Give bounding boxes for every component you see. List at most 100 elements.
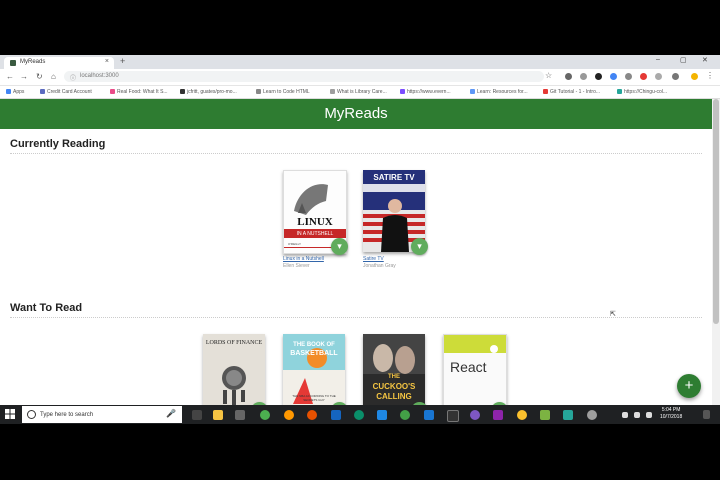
- app-icon[interactable]: [331, 410, 341, 420]
- add-book-button[interactable]: +: [677, 374, 701, 398]
- favicon-icon: [10, 60, 16, 66]
- app-icon[interactable]: [563, 410, 573, 420]
- cover-subtitle-2: CALLING: [376, 392, 412, 401]
- bookmark-item[interactable]: What is Library Care...: [330, 89, 387, 95]
- bookmark-label: jcfritt, guates/pro-mo...: [187, 89, 237, 95]
- bookmark-label: Git Tutorial - 1 - Intro...: [550, 89, 601, 95]
- extension-icon[interactable]: [565, 73, 572, 80]
- extension-icon[interactable]: [625, 73, 632, 80]
- bookmark-star-icon[interactable]: ☆: [545, 71, 552, 80]
- shelf-changer-button[interactable]: ▾: [411, 238, 428, 255]
- extension-icon[interactable]: [655, 73, 662, 80]
- search-placeholder: Type here to search: [40, 412, 94, 418]
- extension-icon[interactable]: [640, 73, 647, 80]
- tray-icon[interactable]: [622, 412, 628, 418]
- book-title: Satire TV: [363, 256, 384, 262]
- chrome-icon[interactable]: [260, 410, 270, 420]
- bookmark-favicon-icon: [470, 89, 475, 94]
- new-tab-button[interactable]: +: [120, 56, 125, 66]
- app-icon[interactable]: [517, 410, 527, 420]
- back-button[interactable]: ←: [6, 72, 14, 81]
- microphone-icon[interactable]: 🎤: [166, 409, 176, 418]
- cover-title: LINUX: [297, 216, 333, 228]
- bookmark-favicon-icon: [6, 89, 11, 94]
- network-icon[interactable]: [634, 412, 640, 418]
- home-button[interactable]: ⌂: [51, 72, 56, 81]
- extension-icon[interactable]: [580, 73, 587, 80]
- file-explorer-icon[interactable]: [213, 410, 223, 420]
- extension-icon[interactable]: [672, 73, 679, 80]
- scrollbar[interactable]: [712, 99, 720, 424]
- taskbar-search[interactable]: Type here to search 🎤: [22, 406, 182, 423]
- cortana-icon: [27, 410, 36, 419]
- bookmark-favicon-icon: [256, 89, 261, 94]
- terminal-icon[interactable]: [447, 410, 459, 422]
- book-author: Ellen Siever: [283, 263, 310, 269]
- app-header: MyReads: [0, 99, 712, 129]
- bookmark-item[interactable]: Git Tutorial - 1 - Intro...: [543, 89, 600, 95]
- minimize-button[interactable]: –: [656, 56, 660, 63]
- menu-icon[interactable]: ⋮: [706, 71, 714, 80]
- cover-title: SATIRE TV: [373, 173, 415, 182]
- maximize-button[interactable]: ▢: [680, 56, 687, 64]
- bookmark-label: Apps: [13, 89, 25, 95]
- app-icon[interactable]: [587, 410, 597, 420]
- mouse-cursor-icon: ⇱: [610, 311, 616, 318]
- app-icon[interactable]: [470, 410, 480, 420]
- cover-subtitle: CUCKOO'S: [372, 382, 416, 391]
- task-view-icon[interactable]: [192, 410, 202, 420]
- book-linux: LINUX IN A NUTSHELL O'REILLY ▾ Linux in …: [283, 170, 363, 270]
- bookmark-item[interactable]: Real Food: What It S...: [110, 89, 168, 95]
- bookmark-item[interactable]: Credit Card Account: [40, 89, 92, 95]
- windows-start-icon[interactable]: [5, 409, 15, 419]
- cover-publisher: O'REILLY: [288, 242, 302, 246]
- reload-button[interactable]: ↻: [36, 72, 43, 81]
- forward-button[interactable]: →: [20, 72, 28, 81]
- bookmark-item[interactable]: https://www.evern...: [400, 89, 451, 95]
- bookmarks-bar: Apps Credit Card Account Real Food: What I…: [0, 86, 720, 99]
- bookmark-item[interactable]: https://Chingu-col...: [617, 89, 667, 95]
- bookmark-label: Learn to Code HTML: [263, 89, 310, 95]
- calculator-icon[interactable]: [235, 410, 245, 420]
- app-icon[interactable]: [284, 410, 294, 420]
- bookmark-label: https://www.evern...: [407, 89, 451, 95]
- bookmark-label: Credit Card Account: [47, 89, 92, 95]
- shelf-changer-button[interactable]: ▾: [331, 238, 348, 255]
- bookmark-item[interactable]: Apps: [6, 89, 24, 95]
- bookmark-label: Real Food: What It S...: [117, 89, 168, 95]
- extension-icon[interactable]: [610, 73, 617, 80]
- browser-tab[interactable]: MyReads ×: [4, 57, 114, 69]
- bookmark-favicon-icon: [543, 89, 548, 94]
- volume-icon[interactable]: [646, 412, 652, 418]
- shelf-title-want-to-read: Want To Read: [10, 302, 83, 314]
- bookmark-favicon-icon: [110, 89, 115, 94]
- tab-strip: MyReads × + – ▢ ✕: [0, 55, 720, 69]
- cover-title: THE: [388, 374, 400, 380]
- bookmark-label: What is Library Care...: [337, 89, 387, 95]
- app-icon[interactable]: [540, 410, 550, 420]
- bookmark-item[interactable]: Learn: Resources for...: [470, 89, 528, 95]
- close-window-button[interactable]: ✕: [702, 56, 708, 64]
- taskbar-clock[interactable]: 5:04 PM 10/7/2018: [660, 407, 682, 421]
- app-icon[interactable]: [493, 410, 503, 420]
- tab-close-icon[interactable]: ×: [105, 58, 109, 65]
- profile-avatar[interactable]: [691, 73, 698, 80]
- info-icon[interactable]: ⓘ: [70, 73, 76, 82]
- bookmark-item[interactable]: Learn to Code HTML: [256, 89, 310, 95]
- bookmark-label: https://Chingu-col...: [624, 89, 668, 95]
- address-bar[interactable]: ⓘ localhost:3000: [64, 71, 544, 82]
- browser-toolbar: ← → ↻ ⌂ ⓘ localhost:3000 ☆ ⋮: [0, 69, 720, 86]
- vscode-icon[interactable]: [424, 410, 434, 420]
- shelf-title-currently-reading: Currently Reading: [10, 138, 106, 150]
- edge-icon[interactable]: [377, 410, 387, 420]
- bookmark-item[interactable]: jcfritt, guates/pro-mo...: [180, 89, 237, 95]
- bookmark-favicon-icon: [400, 89, 405, 94]
- firefox-icon[interactable]: [307, 410, 317, 420]
- extension-icon[interactable]: [595, 73, 602, 80]
- bookmark-favicon-icon: [330, 89, 335, 94]
- bookmark-favicon-icon: [617, 89, 622, 94]
- app-icon[interactable]: [400, 410, 410, 420]
- app-icon[interactable]: [354, 410, 364, 420]
- scrollbar-thumb[interactable]: [713, 99, 719, 324]
- notifications-icon[interactable]: [703, 410, 710, 419]
